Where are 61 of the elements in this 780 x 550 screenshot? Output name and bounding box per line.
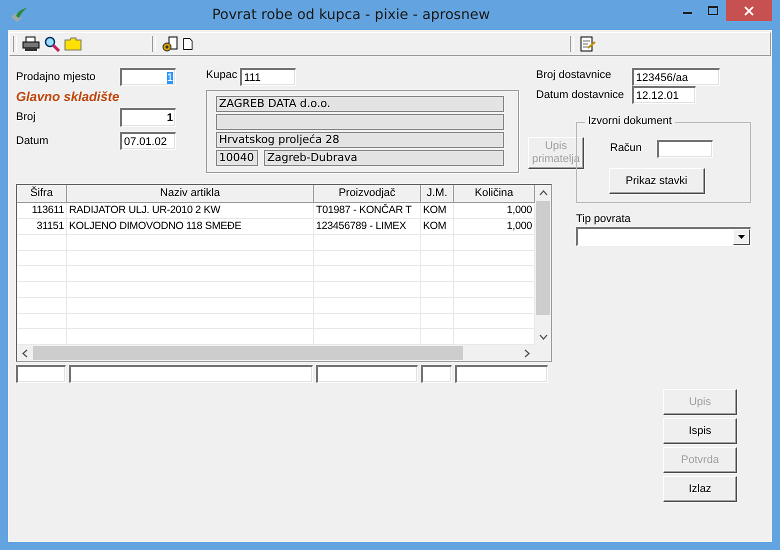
table-cell: KOM (421, 219, 454, 234)
horizontal-scrollbar[interactable] (17, 345, 535, 361)
scroll-down-icon[interactable] (538, 334, 548, 340)
customer-address: Hrvatskog proljeća 28 (216, 132, 504, 148)
racun-field[interactable] (657, 140, 713, 158)
field-label: Prodajno mjesto (16, 70, 96, 83)
table-cell: KOM (421, 203, 454, 218)
scroll-thumb[interactable] (536, 201, 550, 315)
table-cell: T01987 - KONČAR T (314, 203, 421, 218)
broj-field[interactable]: 1 (120, 108, 176, 127)
broj-dostavnice-field[interactable]: 123456/aa (632, 68, 720, 86)
field-label: Datum dostavnice (536, 88, 626, 101)
postal-code: 10040 (216, 150, 258, 166)
column-header[interactable]: Proizvodjač (314, 185, 421, 202)
datum-field[interactable]: 07.01.02 (120, 132, 176, 150)
field-label: Kupac (206, 68, 238, 81)
tip-povrata-dropdown[interactable] (576, 227, 751, 246)
field-label: Račun (610, 141, 643, 154)
customer-city: Zagreb-Dubrava (264, 150, 504, 166)
prikaz-stavki-button[interactable]: Prikaz stavki (608, 168, 704, 194)
column-header[interactable]: Šifra (17, 185, 67, 202)
printer-icon[interactable] (22, 36, 40, 52)
input-field[interactable] (69, 365, 313, 383)
maximize-icon (708, 6, 718, 15)
search-icon[interactable] (43, 36, 61, 52)
document-edit-icon[interactable] (579, 36, 597, 52)
close-icon (744, 6, 754, 16)
table-cell: 113611 (17, 203, 67, 218)
table-cell: 123456789 - LIMEX (314, 219, 421, 234)
input-field[interactable] (455, 365, 548, 383)
close-button[interactable] (726, 0, 772, 21)
field-label: Broj dostavnice (536, 68, 612, 81)
table-cell: KOLJENO DIMOVODNO 118 SMEĐE (67, 219, 314, 234)
scroll-up-icon[interactable] (538, 190, 548, 196)
app-icon (10, 7, 28, 23)
action-button[interactable]: Izlaz (663, 476, 737, 502)
gear-page-icon[interactable] (161, 36, 179, 52)
input-field[interactable] (16, 365, 66, 383)
scroll-left-icon[interactable] (22, 348, 28, 358)
customer-name: ZAGREB DATA d.o.o. (216, 96, 504, 112)
window-title: Povrat robe od kupca - pixie - aprosnew (211, 7, 491, 23)
table-cell: 31151 (17, 219, 67, 234)
scroll-thumb[interactable] (33, 346, 463, 360)
table-cell: RADIJATOR ULJ. UR-2010 2 KW (67, 203, 314, 218)
action-button[interactable]: Ispis (663, 418, 737, 444)
datum-dostavnice-field[interactable]: 12.12.01 (632, 86, 696, 104)
kupac-field[interactable]: 111 (240, 68, 296, 86)
field-label: Tip povrata (576, 213, 632, 225)
column-header[interactable]: Količina (454, 185, 535, 202)
dropdown-arrow-icon (738, 235, 745, 239)
column-header[interactable]: Naziv artikla (67, 185, 314, 202)
input-field[interactable] (421, 365, 452, 383)
group-title: Izvorni dokument (585, 115, 675, 127)
column-header[interactable]: J.M. (421, 185, 454, 202)
input-field[interactable] (316, 365, 418, 383)
scroll-right-icon[interactable] (524, 348, 530, 358)
warehouse-name: Glavno skladište (16, 89, 120, 106)
field-label: Broj (16, 110, 37, 123)
field-label: Datum (16, 134, 50, 147)
folder-icon[interactable] (64, 36, 82, 52)
vertical-scrollbar[interactable] (535, 185, 551, 345)
